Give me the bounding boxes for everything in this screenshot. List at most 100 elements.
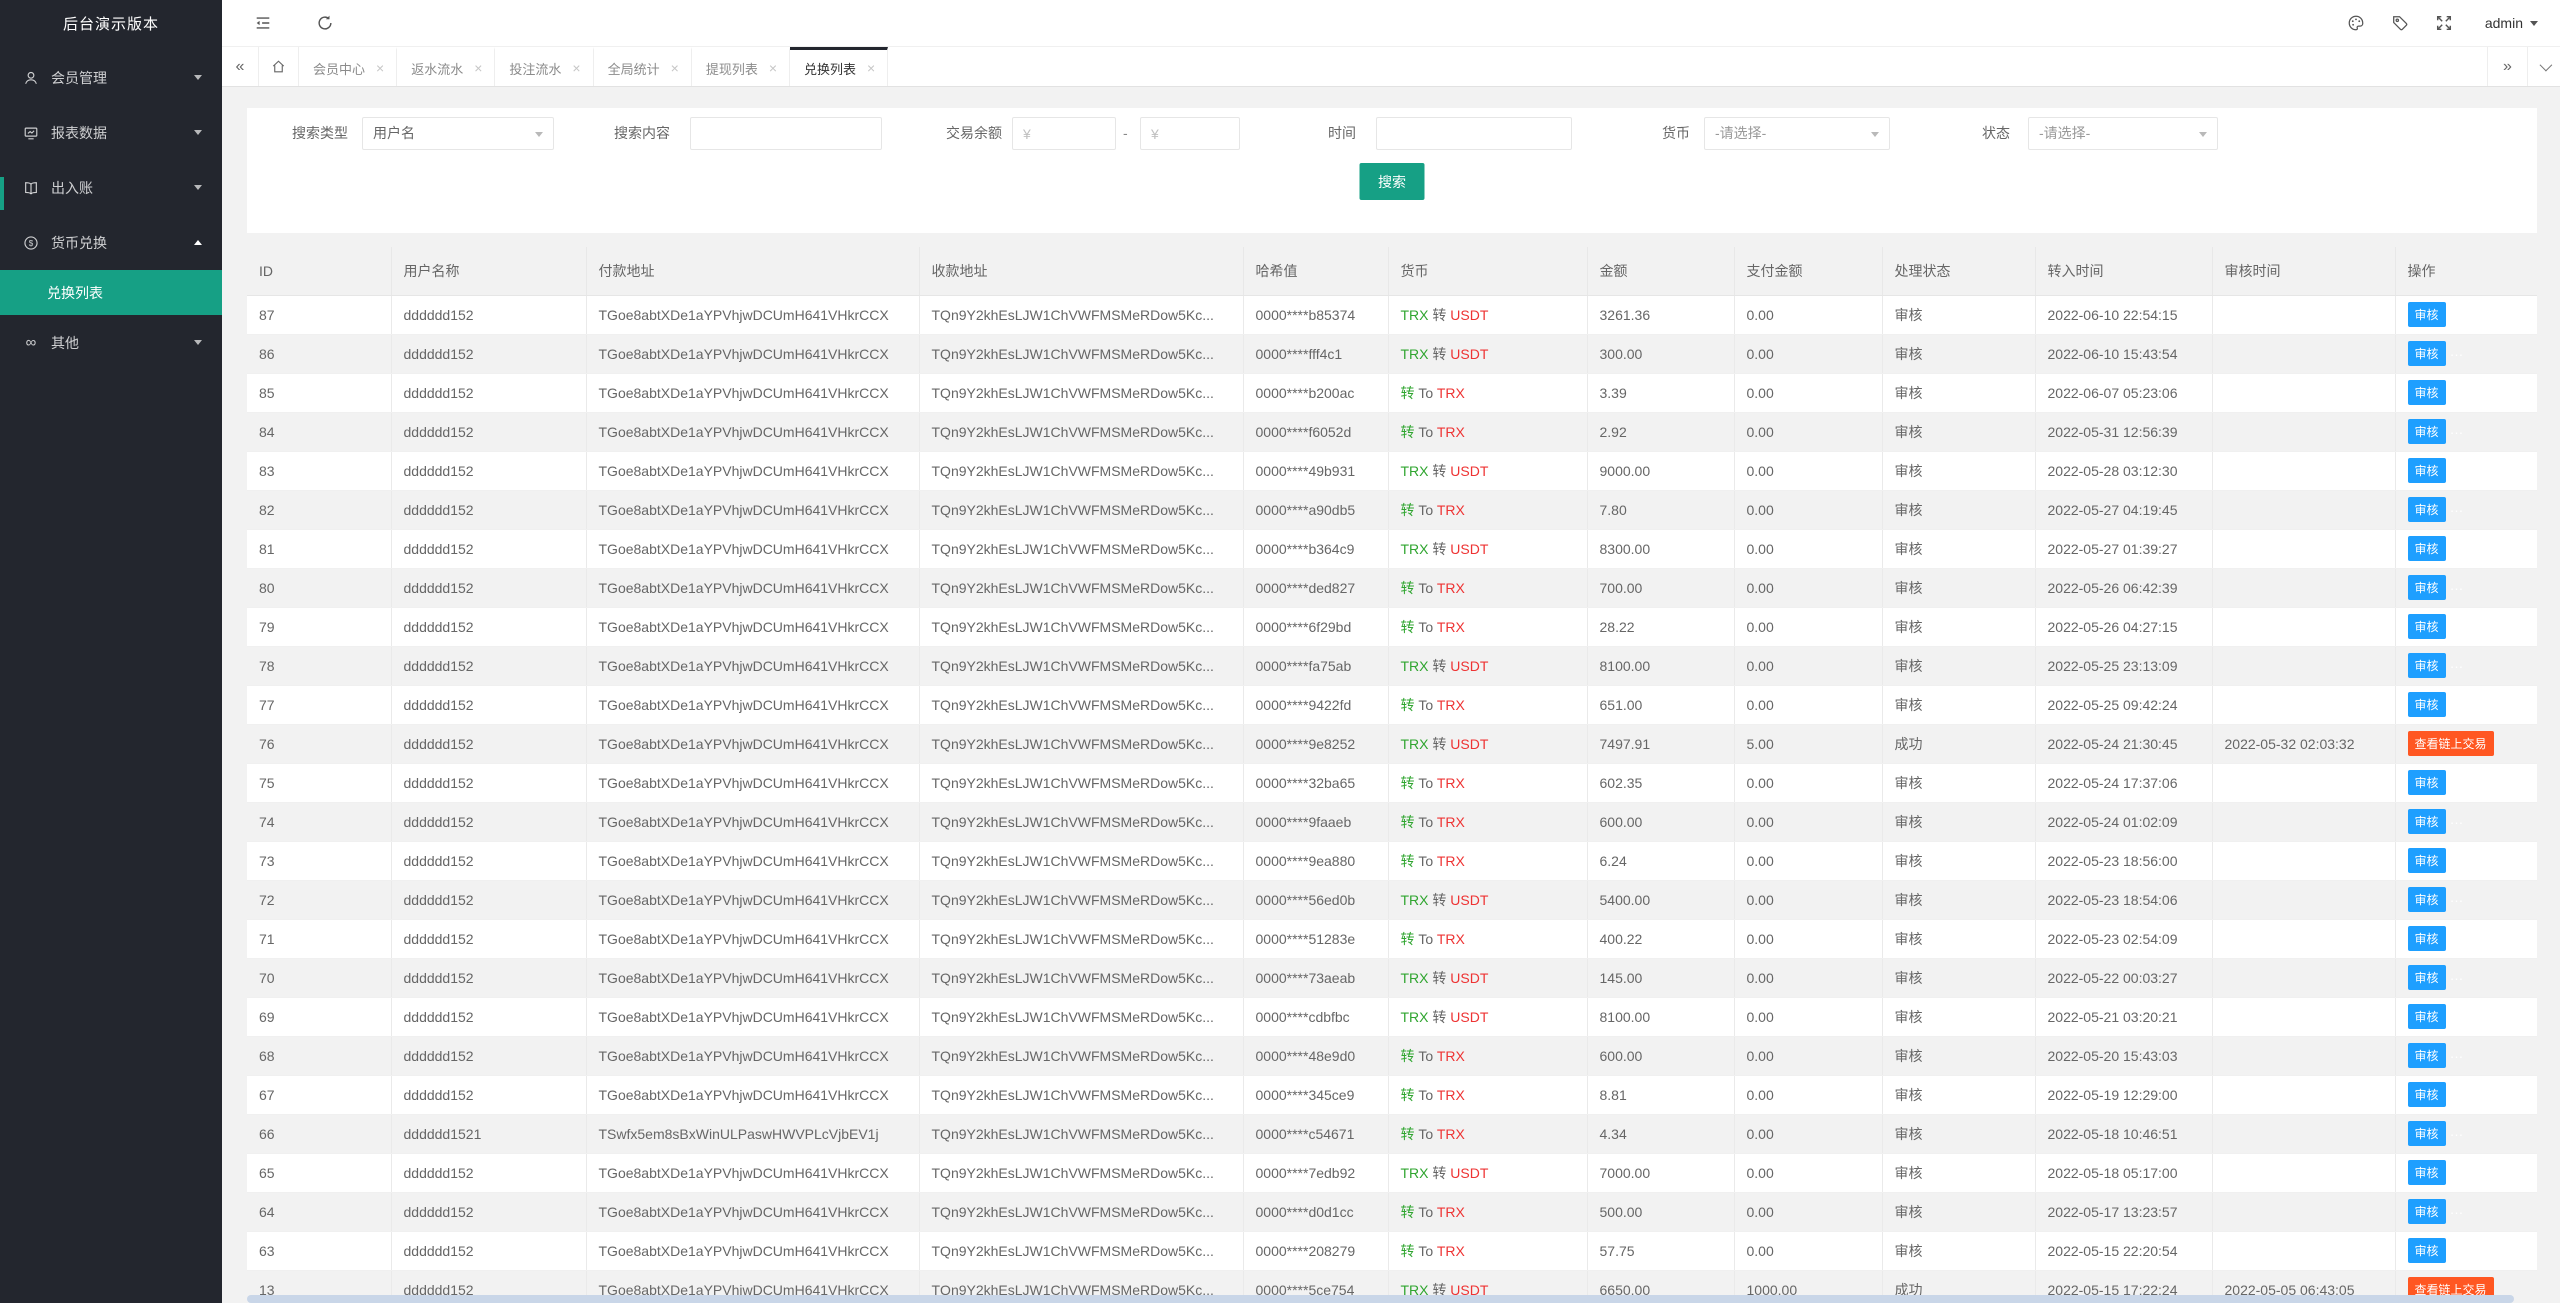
cell-transfer-time: 2022-05-22 00:03:27 — [2035, 958, 2212, 997]
audit-button[interactable]: 审核 — [2408, 575, 2446, 600]
audit-button[interactable]: 审核 — [2408, 497, 2446, 522]
audit-button[interactable]: 审核 — [2408, 419, 2446, 444]
cell-amount: 300.00 — [1587, 334, 1734, 373]
palette-icon[interactable] — [2345, 12, 2367, 34]
cell-pay-address: TGoe8abtXDe1aYPVhjwDCUmH641VHkrCCX — [586, 1075, 919, 1114]
tab-item-1[interactable]: 会员中心× — [299, 47, 397, 86]
balance-max-input[interactable] — [1140, 117, 1240, 150]
cell-hash: 0000****48e9d0 — [1243, 1036, 1388, 1075]
home-tab-icon[interactable] — [259, 47, 299, 86]
cell-amount: 6.24 — [1587, 841, 1734, 880]
sidebar-item-report-data[interactable]: 报表数据 — [0, 105, 222, 160]
tab-item-2[interactable]: 返水流水× — [397, 47, 495, 86]
audit-button[interactable]: 审核 — [2408, 770, 2446, 795]
cell-currency: 转 To TRX — [1388, 685, 1587, 724]
view-chain-tx-button[interactable]: 查看链上交易 — [2408, 731, 2494, 756]
audit-button[interactable]: 审核 — [2408, 887, 2446, 912]
audit-button[interactable]: 审核 — [2408, 1199, 2446, 1224]
time-input[interactable] — [1376, 117, 1572, 150]
cell-collect-address: TQn9Y2khEsLJW1ChVWFMSMeRDow5Kc... — [919, 1192, 1243, 1231]
cell-pay-amount: 0.00 — [1734, 958, 1882, 997]
tab-close-icon[interactable]: × — [572, 61, 580, 75]
sidebar-item-in-out-account[interactable]: 出入账 — [0, 160, 222, 215]
balance-min-input[interactable] — [1012, 117, 1116, 150]
audit-button[interactable]: 审核 — [2408, 809, 2446, 834]
column-header: 金额 — [1587, 247, 1734, 295]
cell-actions: 审核查看链上交易 — [2395, 919, 2537, 958]
audit-button[interactable]: 审核 — [2408, 1238, 2446, 1263]
audit-button[interactable]: 审核 — [2408, 458, 2446, 483]
sidebar-scrollbar-thumb[interactable] — [0, 177, 4, 210]
tab-close-icon[interactable]: × — [769, 61, 777, 75]
cell-pay-amount: 0.00 — [1734, 1075, 1882, 1114]
cell-hash: 0000****a90db5 — [1243, 490, 1388, 529]
currency-part: USDT — [1450, 970, 1488, 986]
currency-part: TRX — [1437, 580, 1465, 596]
horizontal-scrollbar-thumb[interactable] — [247, 1295, 2514, 1303]
sidebar-subitem-exchange-list[interactable]: 兑换列表 — [0, 270, 222, 315]
cell-pay-amount: 0.00 — [1734, 880, 1882, 919]
cell-collect-address: TQn9Y2khEsLJW1ChVWFMSMeRDow5Kc... — [919, 724, 1243, 763]
tab-item-3[interactable]: 投注流水× — [495, 47, 593, 86]
sidebar-item-currency-exchange[interactable]: $货币兑换 — [0, 215, 222, 270]
audit-button[interactable]: 审核 — [2408, 614, 2446, 639]
tab-item-4[interactable]: 全局统计× — [594, 47, 692, 86]
audit-button[interactable]: 审核 — [2408, 536, 2446, 561]
refresh-icon[interactable] — [314, 12, 336, 34]
search-type-select[interactable]: 用户名 — [362, 117, 554, 150]
chevron-down-icon — [2539, 59, 2552, 72]
audit-button[interactable]: 审核 — [2408, 341, 2446, 366]
tabs-menu-button[interactable] — [2527, 47, 2560, 86]
audit-button[interactable]: 审核 — [2408, 380, 2446, 405]
audit-button[interactable]: 审核 — [2408, 1082, 2446, 1107]
currency-select-value: -请选择- — [1715, 125, 1766, 141]
audit-button[interactable]: 审核 — [2408, 1004, 2446, 1029]
column-header: ID — [247, 247, 391, 295]
cell-username: dddddd152 — [391, 763, 586, 802]
user-menu[interactable]: admin — [2485, 15, 2546, 31]
audit-button[interactable]: 审核 — [2408, 848, 2446, 873]
tab-close-icon[interactable]: × — [474, 61, 482, 75]
audit-button[interactable]: 审核 — [2408, 965, 2446, 990]
audit-button[interactable]: 审核 — [2408, 653, 2446, 678]
tabs-forward-button[interactable]: » — [2487, 47, 2527, 86]
audit-button[interactable]: 审核 — [2408, 1121, 2446, 1146]
audit-button[interactable]: 审核 — [2408, 1160, 2446, 1185]
currency-part: 转 — [1401, 697, 1415, 713]
cell-hash: 0000****7edb92 — [1243, 1153, 1388, 1192]
fullscreen-icon[interactable] — [2433, 12, 2455, 34]
currency-part: To — [1415, 424, 1437, 440]
audit-button[interactable]: 审核 — [2408, 1043, 2446, 1068]
cell-actions: 审核查看链上交易 — [2395, 841, 2537, 880]
tab-item-6[interactable]: 兑换列表 × — [790, 47, 888, 86]
cell-transfer-time: 2022-05-24 17:37:06 — [2035, 763, 2212, 802]
tabs-back-button[interactable]: « — [222, 47, 259, 86]
infinity-icon: ∞ — [22, 334, 40, 352]
search-content-input[interactable] — [690, 117, 882, 150]
tab-item-5[interactable]: 提现列表× — [692, 47, 790, 86]
tab-close-icon[interactable]: × — [376, 61, 384, 75]
cell-pay-amount: 0.00 — [1734, 568, 1882, 607]
currency-part: TRX — [1401, 892, 1429, 908]
search-type-label: 搜索类型 — [292, 117, 348, 150]
search-button[interactable]: 搜索 — [1360, 163, 1425, 200]
collapse-menu-icon[interactable] — [252, 12, 274, 34]
cell-actions: 审核查看链上交易 — [2395, 1075, 2537, 1114]
status-select[interactable]: -请选择- — [2028, 117, 2218, 150]
tab-label: 兑换列表 — [804, 59, 856, 78]
cell-transfer-time: 2022-05-20 15:43:03 — [2035, 1036, 2212, 1075]
audit-button[interactable]: 审核 — [2408, 692, 2446, 717]
sidebar-item-member-management[interactable]: 会员管理 — [0, 50, 222, 105]
tab-close-icon[interactable]: × — [867, 61, 875, 75]
cell-pay-amount: 5.00 — [1734, 724, 1882, 763]
sidebar-item-other[interactable]: ∞其他 — [0, 315, 222, 370]
cell-currency: 转 To TRX — [1388, 763, 1587, 802]
currency-part: 转 — [1401, 1048, 1415, 1064]
cell-status: 审核 — [1882, 529, 2035, 568]
currency-select[interactable]: -请选择- — [1704, 117, 1890, 150]
column-header: 转入时间 — [2035, 247, 2212, 295]
tag-icon[interactable] — [2389, 12, 2411, 34]
tab-close-icon[interactable]: × — [671, 61, 679, 75]
audit-button[interactable]: 审核 — [2408, 302, 2446, 327]
audit-button[interactable]: 审核 — [2408, 926, 2446, 951]
